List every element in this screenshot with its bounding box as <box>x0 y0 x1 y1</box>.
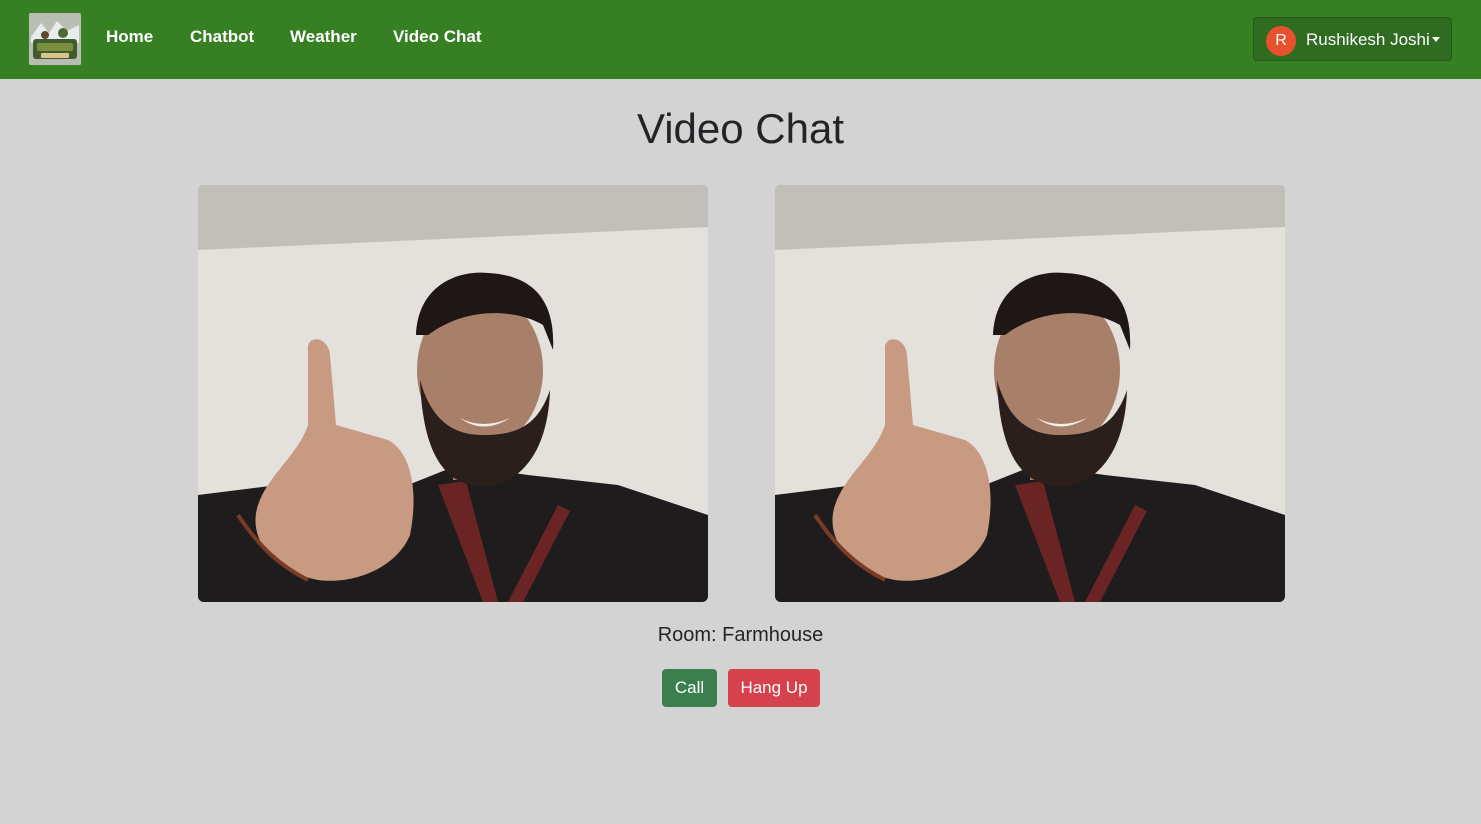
caret-down-icon <box>1432 37 1440 42</box>
nav-link-video-chat[interactable]: Video Chat <box>393 27 481 47</box>
nav-link-chatbot[interactable]: Chatbot <box>190 27 254 47</box>
nav-link-home[interactable]: Home <box>106 27 153 47</box>
user-menu-button[interactable]: R Rushikesh Joshi <box>1253 17 1452 61</box>
avatar: R <box>1266 26 1296 56</box>
page-title: Video Chat <box>636 105 845 152</box>
hang-up-button[interactable]: Hang Up <box>728 669 820 707</box>
farm-logo-icon[interactable] <box>29 13 81 65</box>
remote-video[interactable] <box>775 185 1285 602</box>
top-navbar: Home Chatbot Weather Video Chat R Rushik… <box>0 0 1481 79</box>
room-label: Room: Farmhouse <box>657 624 824 646</box>
local-video[interactable] <box>198 185 708 602</box>
user-name: Rushikesh Joshi <box>1306 30 1430 49</box>
call-button[interactable]: Call <box>662 669 717 707</box>
nav-link-weather[interactable]: Weather <box>290 27 357 47</box>
